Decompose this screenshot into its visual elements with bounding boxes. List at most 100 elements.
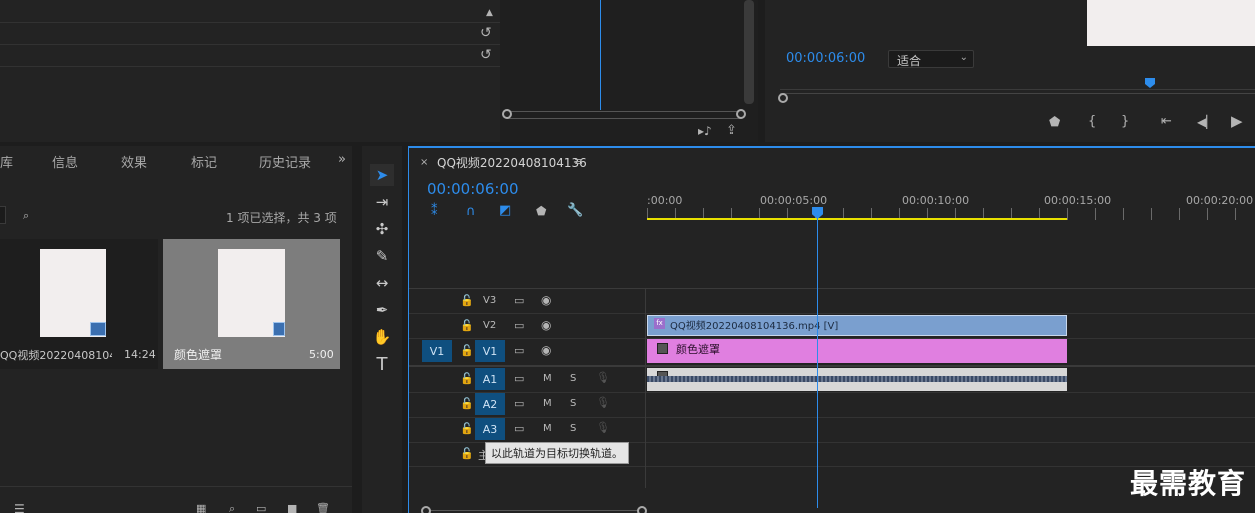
slip-tool-icon[interactable]: ↔ [370, 272, 394, 294]
hand-tool-icon[interactable]: ✋ [370, 326, 394, 348]
track-target-a2[interactable]: A2 [475, 393, 505, 415]
collapse-up-icon[interactable]: ▲ [486, 9, 493, 18]
track-divider [409, 392, 1255, 393]
export-icon[interactable]: ⇪ [726, 124, 737, 137]
lock-icon[interactable]: 🔓 [460, 320, 474, 331]
sync-lock-icon[interactable]: ▭ [514, 398, 524, 409]
solo-button[interactable]: S [570, 373, 576, 384]
tab-markers[interactable]: 标记 [191, 152, 217, 171]
program-timecode[interactable]: 00:00:06:00 [786, 51, 865, 66]
ruler-label: 00:00:20:00 [1186, 194, 1254, 207]
item-name: 颜色遮罩 [174, 348, 223, 362]
new-item-icon[interactable]: ■ [287, 503, 297, 513]
track-target-v1[interactable]: V1 [475, 340, 505, 362]
type-tool-icon[interactable]: T [370, 353, 394, 375]
sequence-timecode[interactable]: 00:00:06:00 [427, 180, 519, 198]
linked-selection-icon[interactable]: ◩ [499, 204, 511, 217]
track-label-v2[interactable]: V2 [483, 320, 496, 331]
mute-button[interactable]: M [543, 398, 552, 409]
solo-button[interactable]: S [570, 398, 576, 409]
audio-play-icon[interactable]: ▸♪ [698, 125, 712, 137]
mute-button[interactable]: M [543, 423, 552, 434]
eye-icon[interactable]: ◉ [541, 294, 551, 306]
nest-sequence-icon[interactable]: ⁑ [431, 205, 438, 218]
color-matte-clip[interactable]: 颜色遮罩 [647, 339, 1067, 363]
panel-overflow-icon[interactable]: » [338, 153, 346, 166]
program-zoom-bar[interactable] [778, 93, 1255, 103]
sync-lock-icon[interactable]: ▭ [514, 423, 524, 434]
tab-library[interactable]: 库 [0, 152, 13, 171]
track-select-tool-icon[interactable]: ⇥ [370, 191, 394, 213]
video-clip[interactable]: fx QQ视频20220408104136.mp4 [V] [647, 315, 1067, 336]
settings-wrench-icon[interactable]: 🔧 [567, 204, 583, 217]
microphone-icon[interactable]: 🎙 [596, 372, 610, 383]
ripple-edit-tool-icon[interactable]: ✣ [370, 218, 394, 240]
new-bin-icon[interactable]: ▭ [256, 503, 266, 513]
snap-magnet-icon[interactable]: ∩ [466, 205, 476, 218]
mark-in-icon[interactable]: { [1088, 115, 1096, 128]
ruler-label: 00:00:15:00 [1044, 194, 1112, 207]
work-area-bar[interactable] [647, 218, 1067, 220]
chevron-down-icon: ⌄ [959, 52, 968, 63]
track-label-v3[interactable]: V3 [483, 295, 496, 306]
mute-button[interactable]: M [543, 373, 552, 384]
lock-icon[interactable]: 🔓 [460, 398, 474, 409]
go-to-in-icon[interactable]: ⇤ [1161, 115, 1172, 128]
list-view-icon[interactable]: ☰ [14, 503, 25, 513]
header-divider [645, 288, 646, 488]
sync-lock-icon[interactable]: ▭ [514, 373, 524, 384]
project-item-selected[interactable]: 颜色遮罩 5:00 [163, 239, 340, 369]
razor-tool-icon[interactable]: ✎ [370, 245, 394, 267]
lock-icon[interactable]: 🔓 [460, 295, 474, 306]
effect-controls-panel: ▲ ↺ ↺ [0, 0, 500, 142]
mark-out-icon[interactable]: } [1121, 115, 1129, 128]
tab-history[interactable]: 历史记录 [259, 152, 311, 171]
lock-icon[interactable]: 🔓 [460, 345, 474, 356]
pen-tool-icon[interactable]: ✒ [370, 299, 394, 321]
project-item[interactable]: QQ视频20220408104... 14:24 [0, 239, 158, 369]
lock-icon[interactable]: 🔓 [460, 448, 474, 459]
selection-tool-icon[interactable]: ➤ [370, 164, 394, 186]
add-marker-icon[interactable]: ⬟ [1049, 116, 1060, 129]
microphone-icon[interactable]: 🎙 [596, 397, 610, 408]
track-divider [409, 288, 1255, 289]
row-divider [0, 44, 500, 45]
tab-menu-icon[interactable]: ≡ [574, 156, 583, 167]
lock-icon[interactable]: 🔓 [460, 423, 474, 434]
tab-effects[interactable]: 效果 [121, 152, 147, 171]
zoom-fit-value: 适合 [897, 54, 922, 68]
zoom-fit-select[interactable]: 适合 ⌄ [888, 50, 974, 68]
row-divider [0, 66, 500, 67]
eye-icon[interactable]: ◉ [541, 319, 551, 331]
add-marker-icon[interactable]: ⬟ [536, 205, 546, 217]
tooltip: 以此轨道为目标切换轨道。 [485, 442, 629, 464]
close-icon[interactable]: × [420, 158, 428, 168]
play-icon[interactable]: ▶ [1231, 114, 1243, 129]
freeform-view-icon[interactable]: ▦ [196, 503, 206, 513]
find-icon[interactable]: ⌕ [229, 503, 235, 513]
horizontal-zoom-bar[interactable] [502, 109, 746, 119]
sequence-tab-title[interactable]: QQ视频20220408104136 [437, 154, 587, 171]
solo-button[interactable]: S [570, 423, 576, 434]
ruler-label: 00:00:10:00 [902, 194, 970, 207]
reset-icon[interactable]: ↺ [480, 48, 492, 62]
lock-icon[interactable]: 🔓 [460, 373, 474, 384]
sync-lock-icon[interactable]: ▭ [514, 295, 524, 306]
microphone-icon[interactable]: 🎙 [596, 422, 610, 433]
eye-icon[interactable]: ◉ [541, 344, 551, 356]
reset-icon[interactable]: ↺ [480, 26, 492, 40]
trash-icon[interactable]: 🗑 [316, 503, 330, 513]
source-patch-v1[interactable]: V1 [422, 340, 452, 362]
program-mini-ruler[interactable] [780, 78, 1255, 90]
step-back-icon[interactable]: ◀▏ [1197, 116, 1215, 128]
audio-clip[interactable] [647, 368, 1067, 391]
track-target-a1[interactable]: A1 [475, 368, 505, 390]
search-input[interactable] [0, 206, 6, 224]
tab-info[interactable]: 信息 [52, 152, 78, 171]
sync-lock-icon[interactable]: ▭ [514, 320, 524, 331]
item-duration: 5:00 [309, 348, 334, 361]
new-search-bin-icon[interactable]: ⌕ [23, 210, 29, 221]
track-target-a3[interactable]: A3 [475, 418, 505, 440]
sync-lock-icon[interactable]: ▭ [514, 345, 524, 356]
vertical-scrollbar[interactable] [744, 0, 754, 104]
